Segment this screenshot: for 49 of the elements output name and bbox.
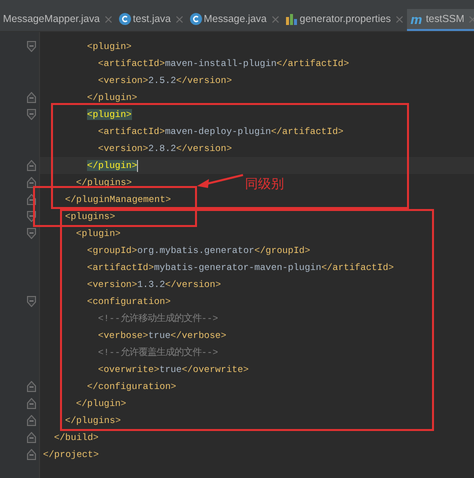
editor-tab[interactable]: testSSM (406, 9, 474, 31)
bar-chart-icon (286, 13, 298, 25)
code-line: <configuration> (87, 295, 171, 308)
code-line: </plugins> (76, 176, 132, 189)
fold-icon[interactable] (27, 296, 36, 307)
fold-icon[interactable] (27, 92, 36, 103)
code-line: <overwrite>true</overwrite> (98, 363, 249, 376)
annotation-label: 同级别 (245, 176, 284, 193)
close-icon[interactable] (104, 16, 112, 22)
close-icon[interactable] (176, 16, 183, 22)
fold-icon[interactable] (27, 177, 36, 188)
code-line: </plugin> (87, 91, 138, 104)
code-line: </project> (43, 448, 99, 461)
code-line: <artifactId>maven-install-plugin</artifactId> (98, 57, 350, 70)
code-line: <!--允许覆盖生成的文件--> (98, 346, 218, 359)
fold-icon[interactable] (27, 381, 36, 392)
code-line: <groupId>org.mybatis.generator</groupId> (87, 244, 310, 257)
fold-icon[interactable] (27, 398, 36, 409)
close-icon[interactable] (396, 16, 403, 22)
close-icon[interactable] (272, 16, 279, 22)
code-line: <plugin> (76, 227, 121, 240)
editor-tab[interactable]: Message.java (186, 9, 283, 31)
fold-icon[interactable] (27, 41, 36, 52)
code-line: </plugin> (76, 397, 126, 410)
fold-icon[interactable] (27, 160, 36, 171)
class-icon (190, 13, 202, 25)
fold-icon[interactable] (27, 432, 36, 443)
editor-tab[interactable]: generator.properties (282, 9, 407, 31)
fold-icon[interactable] (27, 109, 36, 120)
code-line: <plugins> (65, 210, 116, 223)
class-icon (118, 13, 131, 25)
fold-icon[interactable] (27, 415, 36, 426)
editor-tab[interactable]: MessageMapper.java (0, 9, 116, 31)
code-line: <artifactId>mybatis-generator-maven-plugin</artifactId> (87, 261, 394, 274)
annotation-arrow (197, 174, 244, 188)
code-line: <!--允许移动生成的文件--> (98, 312, 218, 325)
code-line: </configuration> (87, 380, 176, 393)
fold-icon[interactable] (27, 449, 36, 460)
code-line: </pluginManagement> (65, 193, 172, 206)
fold-icon[interactable] (27, 228, 36, 239)
code-line: <verbose>true</verbose> (98, 329, 226, 342)
code-line: </plugins> (65, 414, 121, 427)
code-line: <version>1.3.2</version> (87, 278, 221, 291)
editor-tab[interactable]: test.java (116, 9, 187, 31)
code-line: <version>2.8.2</version> (98, 142, 232, 155)
code-line: <version>2.5.2</version> (98, 74, 232, 87)
code-line: <plugin> (87, 40, 132, 53)
code-line: <artifactId>maven-deploy-plugin</artifactId> (98, 125, 344, 138)
code-line: </build> (54, 431, 99, 444)
